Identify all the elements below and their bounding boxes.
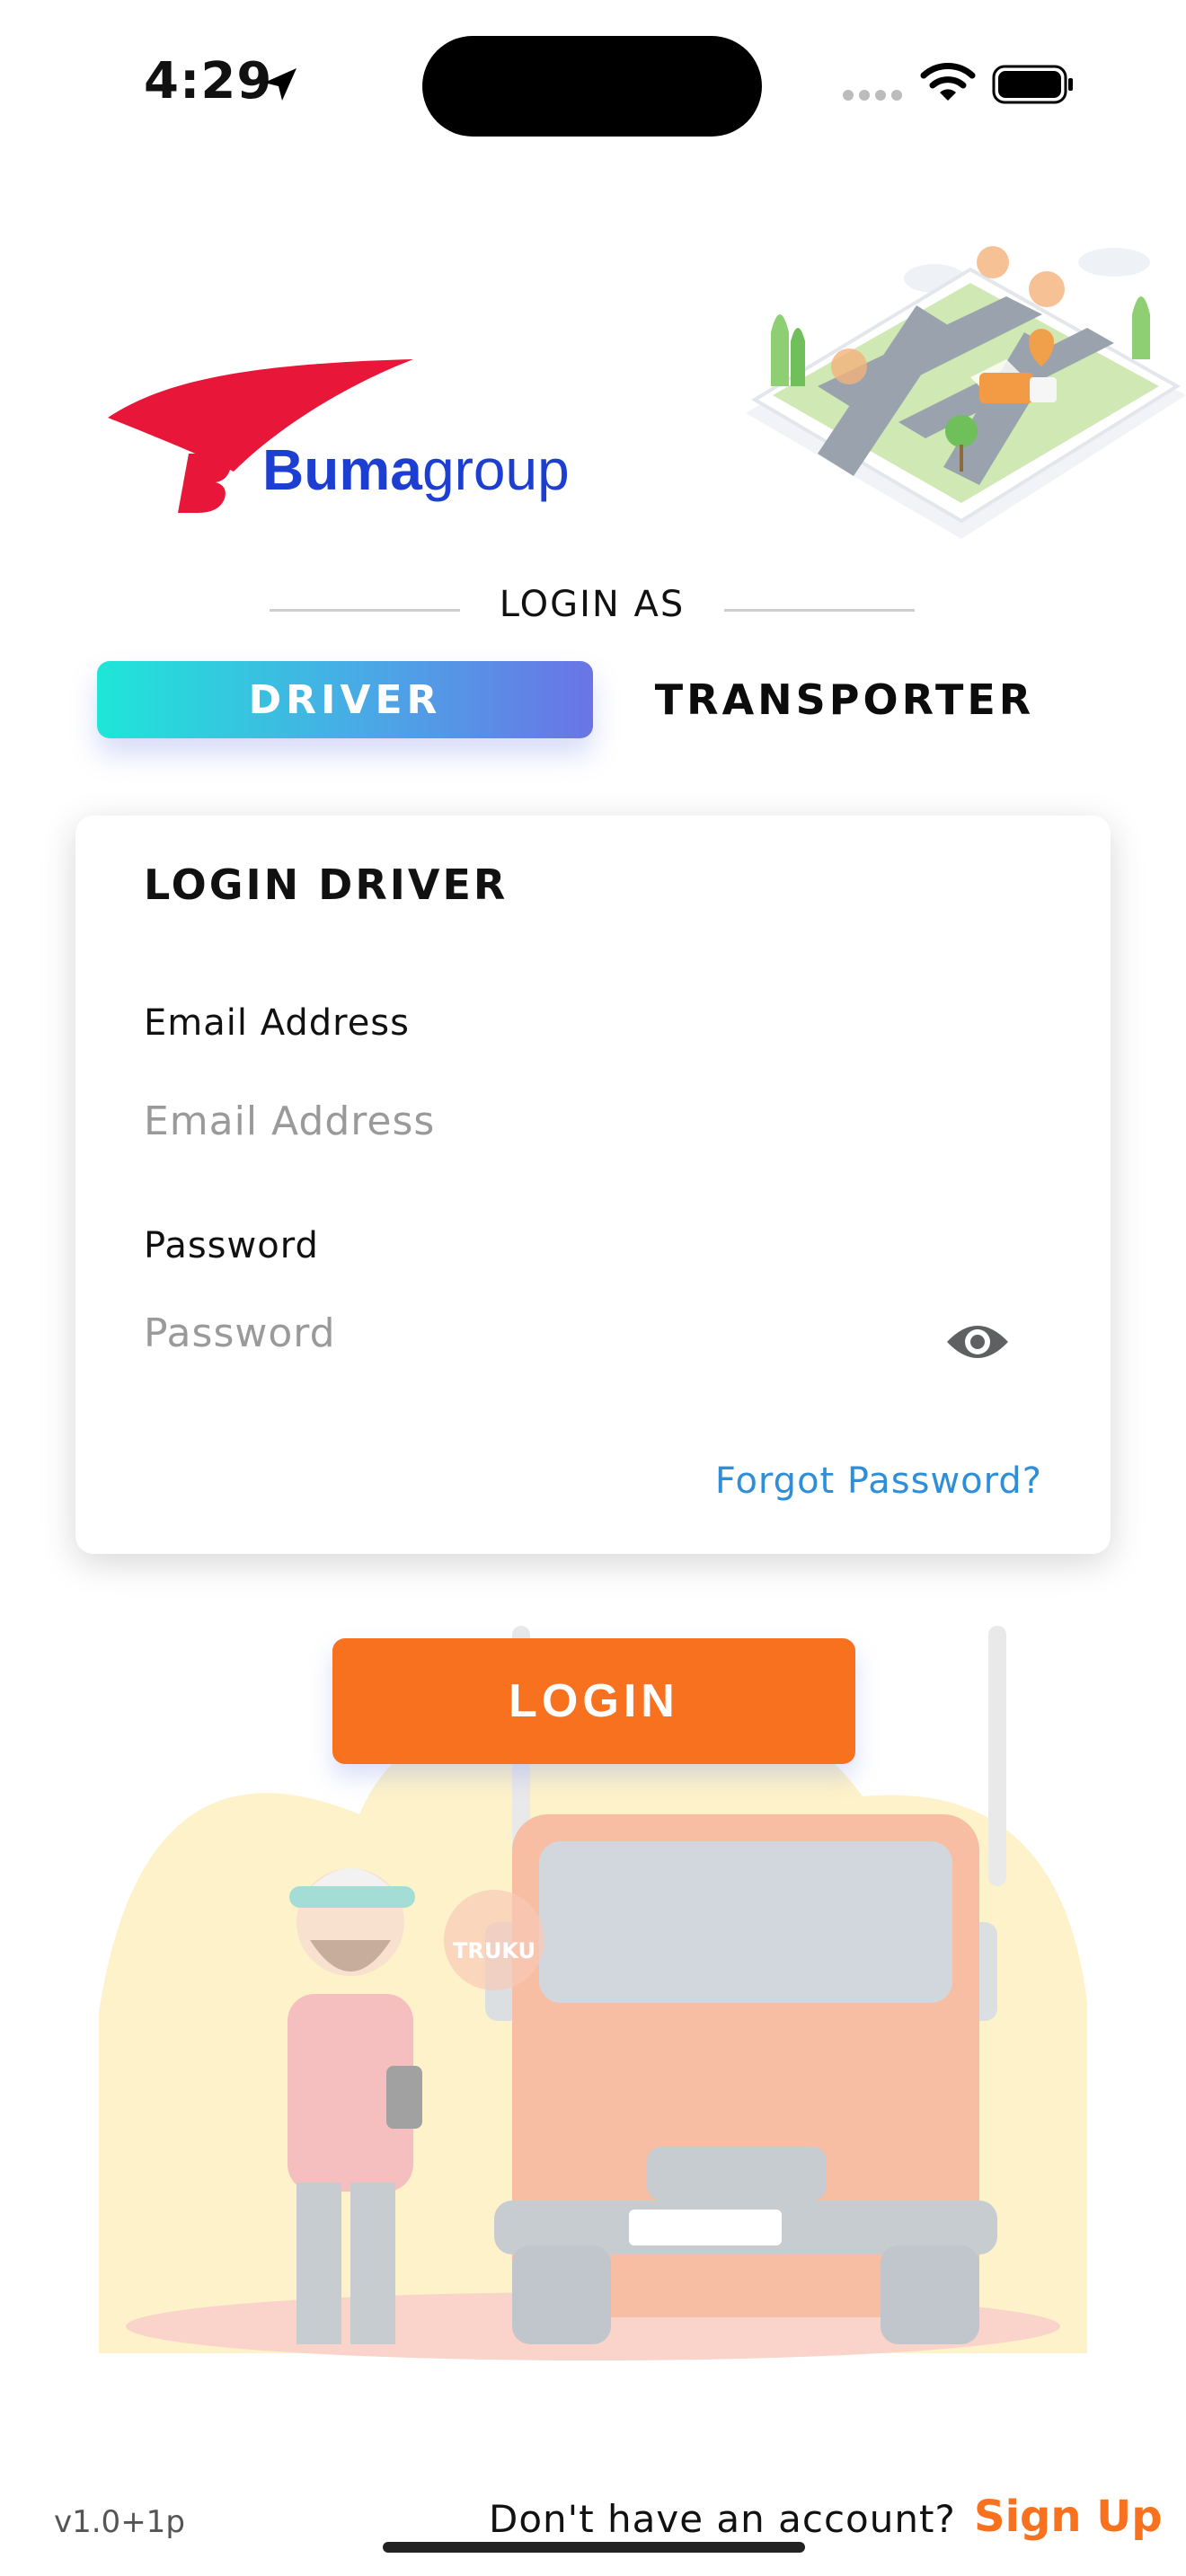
email-field[interactable] [144, 1092, 1024, 1150]
buma-group-logo: Buma group [108, 359, 570, 513]
tab-transporter[interactable]: TRANSPORTER [620, 661, 1069, 738]
email-label: Email Address [144, 1002, 410, 1044]
no-account-prompt: Don't have an account? [489, 2497, 956, 2541]
sign-up-link[interactable]: Sign Up [974, 2492, 1163, 2542]
login-as-divider-right [724, 609, 915, 612]
logo-text-bold: Buma [262, 437, 422, 502]
wifi-icon [920, 63, 976, 101]
tab-driver[interactable]: DRIVER [97, 661, 593, 738]
login-as-label: LOGIN AS [499, 584, 686, 625]
home-indicator [383, 2542, 805, 2553]
password-label: Password [144, 1225, 319, 1266]
login-as-divider-left [270, 609, 460, 612]
login-button[interactable]: LOGIN [332, 1638, 855, 1764]
dynamic-island [422, 36, 762, 137]
battery-icon [992, 65, 1073, 104]
map-phone-illustration [746, 246, 1186, 539]
truku-badge-text: TRUKU [453, 1938, 535, 1963]
logo-text-light: group [422, 437, 570, 502]
login-card [75, 816, 1111, 1554]
app-version: v1.0+1p [54, 2504, 185, 2540]
location-arrow-icon [264, 68, 296, 101]
password-field[interactable] [144, 1304, 898, 1362]
status-time: 4:29 [144, 52, 273, 110]
login-card-title: LOGIN DRIVER [144, 860, 509, 909]
cellular-signal-icon [843, 90, 902, 101]
eye-icon[interactable] [945, 1317, 1010, 1367]
forgot-password-link[interactable]: Forgot Password? [683, 1460, 1042, 1502]
